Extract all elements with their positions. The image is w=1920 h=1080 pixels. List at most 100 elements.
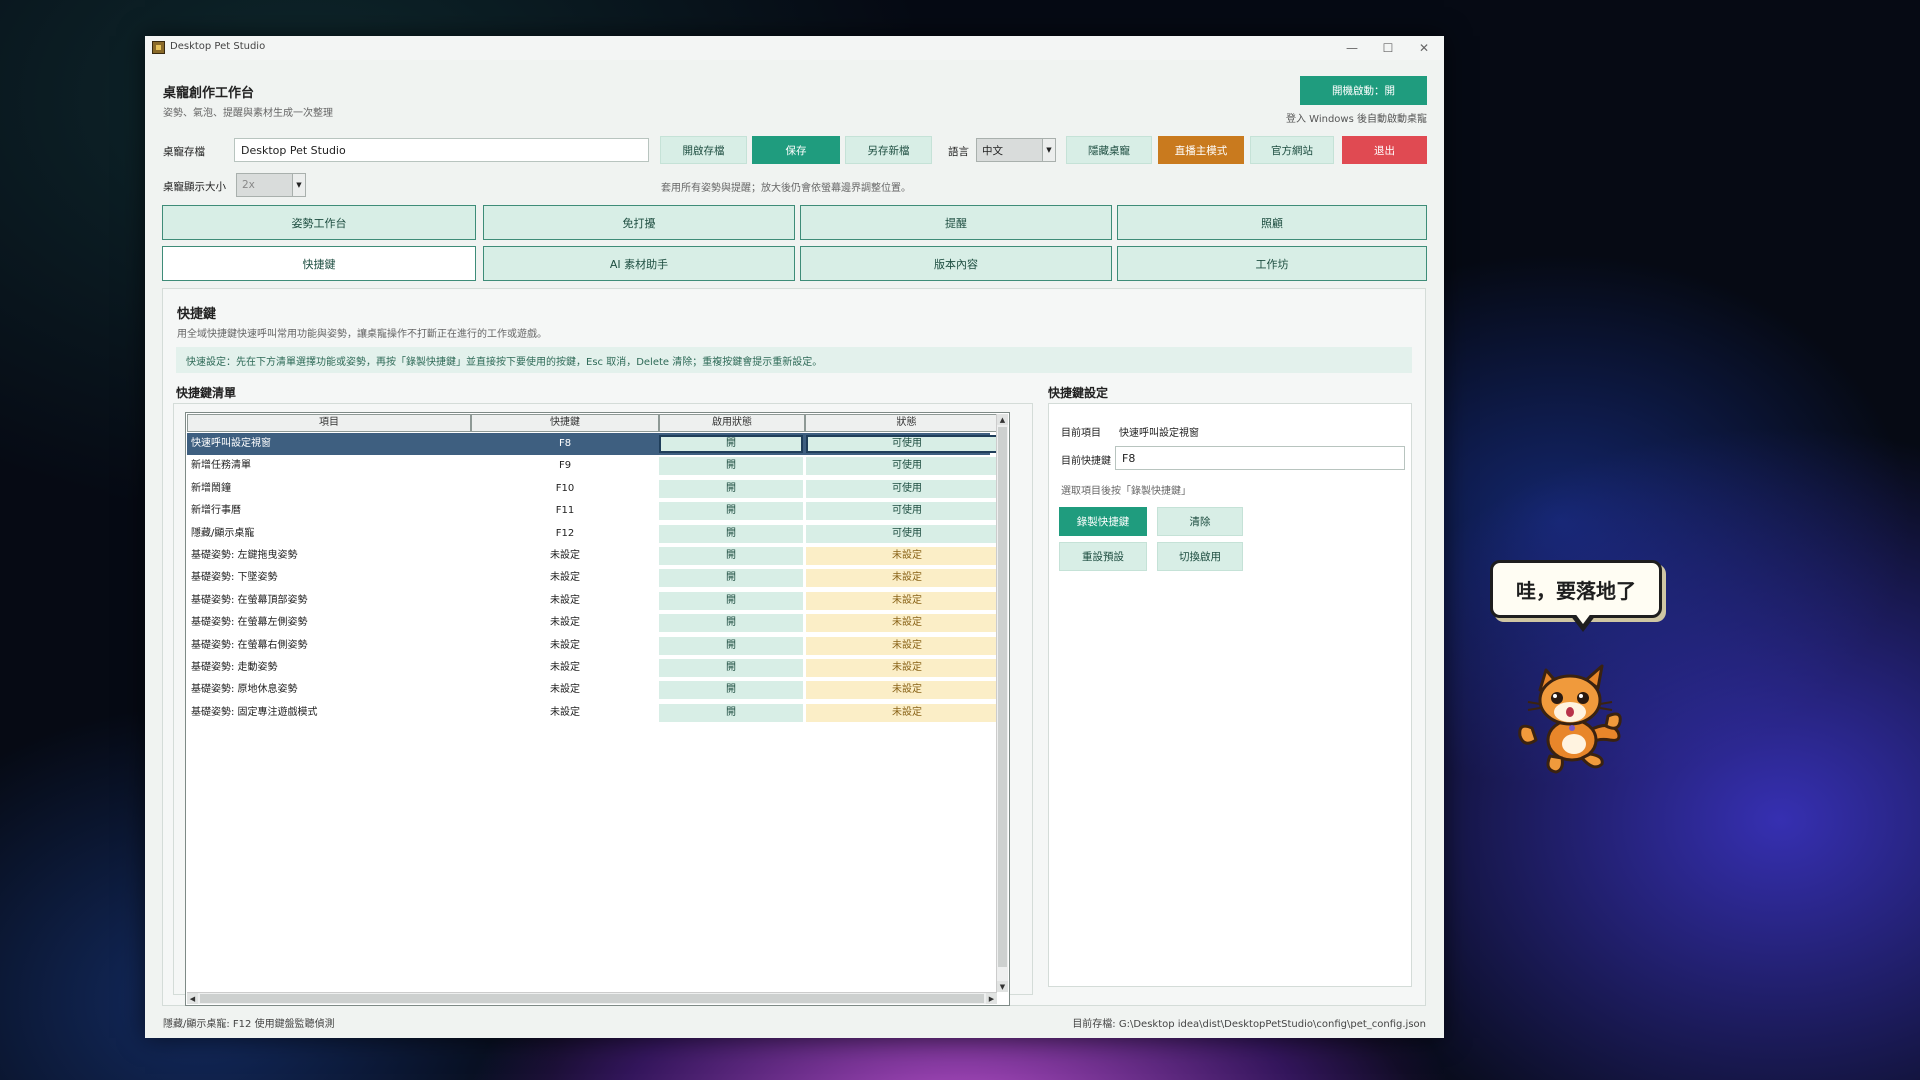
hotkey-settings-title: 快捷鍵設定 <box>1048 386 1109 400</box>
table-row[interactable]: 基礎姿勢: 走動姿勢 未設定開未設定 <box>187 657 1008 679</box>
row-hotkey: F10 <box>555 482 575 494</box>
language-value: 中文 <box>982 144 1003 157</box>
pet-size-hint: 套用所有姿勢與提醒；放大後仍會依螢幕邊界調整位置。 <box>661 183 911 194</box>
scrollbar-thumb[interactable] <box>998 427 1007 967</box>
tab-ai-assets[interactable]: AI 素材助手 <box>483 246 795 281</box>
pet-speech-bubble: 哇，要落地了 <box>1490 560 1662 618</box>
row-status-badge: 未設定 <box>806 636 1008 655</box>
row-status-badge: 可使用 <box>806 457 1008 476</box>
table-row[interactable]: 基礎姿勢: 左鍵拖曳姿勢 未設定開未設定 <box>187 545 1008 567</box>
table-row[interactable]: 基礎姿勢: 下墜姿勢 未設定開未設定 <box>187 567 1008 589</box>
row-status-badge: 未設定 <box>806 591 1008 610</box>
page-subtitle: 姿勢、氣泡、提醒與素材生成一次整理 <box>163 108 333 119</box>
tab-do-not-disturb[interactable]: 免打擾 <box>483 205 795 240</box>
scroll-right-icon[interactable]: ▶ <box>986 993 997 1004</box>
row-enabled-badge: 開 <box>659 703 803 722</box>
pet-size-select[interactable]: 2x ▼ <box>236 173 306 197</box>
row-item-name: 基礎姿勢: 在螢幕左側姿勢 <box>191 617 308 629</box>
minimize-button[interactable]: — <box>1334 38 1370 58</box>
row-item-name: 新增鬧鐘 <box>191 482 231 494</box>
current-item-label: 目前項目 <box>1061 428 1101 439</box>
exit-button[interactable]: 退出 <box>1342 136 1427 164</box>
maximize-button[interactable]: ☐ <box>1370 38 1406 58</box>
tab-care[interactable]: 照顧 <box>1117 205 1427 240</box>
row-hotkey: 未設定 <box>550 662 580 673</box>
hscrollbar-thumb[interactable] <box>200 994 984 1003</box>
language-label: 語言 <box>948 146 969 158</box>
chevron-down-icon: ▼ <box>1042 139 1055 161</box>
horizontal-scrollbar[interactable]: ◀ ▶ <box>187 992 997 1004</box>
table-row[interactable]: 基礎姿勢: 原地休息姿勢 未設定開未設定 <box>187 679 1008 701</box>
row-hotkey: F8 <box>558 438 572 449</box>
page-title: 桌寵創作工作台 <box>163 86 255 101</box>
table-row[interactable]: 基礎姿勢: 在螢幕右側姿勢 未設定開未設定 <box>187 635 1008 657</box>
table-row[interactable]: 新增鬧鐘 F10 開可使用 <box>187 478 1008 500</box>
table-row[interactable]: 基礎姿勢: 在螢幕左側姿勢 未設定開未設定 <box>187 612 1008 634</box>
row-enabled-badge: 開 <box>659 636 803 655</box>
row-status-badge: 未設定 <box>806 681 1008 700</box>
clear-hotkey-button[interactable]: 清除 <box>1157 507 1243 536</box>
row-status-badge: 可使用 <box>806 524 1008 543</box>
row-item-name: 基礎姿勢: 在螢幕右側姿勢 <box>191 639 308 651</box>
row-item-name: 隱藏/顯示桌寵 <box>191 527 255 539</box>
tab-reminders[interactable]: 提醒 <box>800 205 1112 240</box>
tab-hotkeys[interactable]: 快捷鍵 <box>162 246 476 281</box>
table-row[interactable]: 隱藏/顯示桌寵 F12 開可使用 <box>187 523 1008 545</box>
record-hotkey-button[interactable]: 錄製快捷鍵 <box>1059 507 1147 536</box>
hotkeys-panel: 快捷鍵 用全域快捷鍵快速呼叫常用功能與姿勢，讓桌寵操作不打斷正在進行的工作或遊戲… <box>162 288 1426 1006</box>
table-row[interactable]: 新增行事曆 F11 開可使用 <box>187 500 1008 522</box>
profile-name-input[interactable]: Desktop Pet Studio <box>234 138 649 162</box>
title-bar[interactable]: Desktop Pet Studio — ☐ ✕ <box>145 36 1444 60</box>
vertical-scrollbar[interactable]: ▲ ▼ <box>996 414 1008 992</box>
hotkeys-title: 快捷鍵 <box>177 307 217 322</box>
pet-size-label: 桌寵顯示大小 <box>163 181 226 193</box>
table-row[interactable]: 基礎姿勢: 固定專注遊戲模式 未設定開未設定 <box>187 702 1008 724</box>
save-as-button[interactable]: 另存新檔 <box>845 136 932 164</box>
column-header-hotkey[interactable]: 快捷鍵 <box>471 414 659 432</box>
row-status-badge: 未設定 <box>806 569 1008 588</box>
table-row[interactable]: 新增任務清單 F9 開可使用 <box>187 455 1008 477</box>
hotkey-settings-panel: 目前項目 快速呼叫設定視窗 目前快捷鍵 F8 選取項目後按「錄製快捷鍵」 錄製快… <box>1048 403 1412 987</box>
app-window: Desktop Pet Studio — ☐ ✕ 桌寵創作工作台 姿勢、氣泡、提… <box>145 36 1444 1038</box>
column-header-item[interactable]: 項目 <box>187 414 471 432</box>
scroll-down-icon[interactable]: ▼ <box>997 981 1008 992</box>
tab-workshop[interactable]: 工作坊 <box>1117 246 1427 281</box>
column-header-enabled[interactable]: 啟用狀態 <box>659 414 805 432</box>
scroll-up-icon[interactable]: ▲ <box>997 414 1008 425</box>
row-hotkey: 未設定 <box>550 617 580 629</box>
row-item-name: 基礎姿勢: 原地休息姿勢 <box>191 684 298 696</box>
row-hotkey: 未設定 <box>550 550 580 561</box>
row-item-name: 基礎姿勢: 在螢幕頂部姿勢 <box>191 594 308 606</box>
quick-setup-hint: 快速設定：先在下方清單選擇功能或姿勢，再按「錄製快捷鍵」並直接按下要使用的按鍵，… <box>176 347 1412 373</box>
row-enabled-badge: 開 <box>659 614 803 633</box>
row-enabled-badge: 開 <box>659 457 803 476</box>
hotkeys-description: 用全域快捷鍵快速呼叫常用功能與姿勢，讓桌寵操作不打斷正在進行的工作或遊戲。 <box>177 329 547 340</box>
pet-size-value: 2x <box>242 179 255 191</box>
current-key-input[interactable]: F8 <box>1115 446 1405 470</box>
autostart-button[interactable]: 開機啟動：開 <box>1300 76 1427 105</box>
open-profile-button[interactable]: 開啟存檔 <box>660 136 747 164</box>
table-row[interactable]: 快速呼叫設定視窗 F8 開可使用 <box>187 433 1008 456</box>
row-hotkey: F12 <box>555 527 575 539</box>
scroll-left-icon[interactable]: ◀ <box>187 993 198 1004</box>
save-button[interactable]: 保存 <box>752 136 840 164</box>
tab-release-notes[interactable]: 版本內容 <box>800 246 1112 281</box>
row-hotkey: 未設定 <box>550 684 580 696</box>
toggle-enabled-button[interactable]: 切換啟用 <box>1157 542 1243 571</box>
reset-default-button[interactable]: 重設預設 <box>1059 542 1147 571</box>
row-enabled-badge: 開 <box>659 479 803 498</box>
hotkey-table[interactable]: 項目 快捷鍵 啟用狀態 狀態 快速呼叫設定視窗 F8 開可使用 新增任務清單 F9 開可使… <box>185 412 1010 1006</box>
desktop-pet-cat[interactable] <box>1510 660 1630 780</box>
close-button[interactable]: ✕ <box>1406 38 1442 58</box>
hotkey-list-title: 快捷鍵清單 <box>176 386 237 400</box>
official-website-button[interactable]: 官方網站 <box>1250 136 1334 164</box>
streamer-mode-button[interactable]: 直播主模式 <box>1158 136 1244 164</box>
tab-pose-workbench[interactable]: 姿勢工作台 <box>162 205 476 240</box>
current-key-label: 目前快捷鍵 <box>1061 456 1111 467</box>
row-status-badge: 可使用 <box>806 502 1008 521</box>
language-select[interactable]: 中文 ▼ <box>976 138 1056 162</box>
table-row[interactable]: 基礎姿勢: 在螢幕頂部姿勢 未設定開未設定 <box>187 590 1008 612</box>
hide-pet-button[interactable]: 隱藏桌寵 <box>1066 136 1152 164</box>
row-enabled-badge: 開 <box>659 569 803 588</box>
column-header-status[interactable]: 狀態 <box>805 414 1008 432</box>
